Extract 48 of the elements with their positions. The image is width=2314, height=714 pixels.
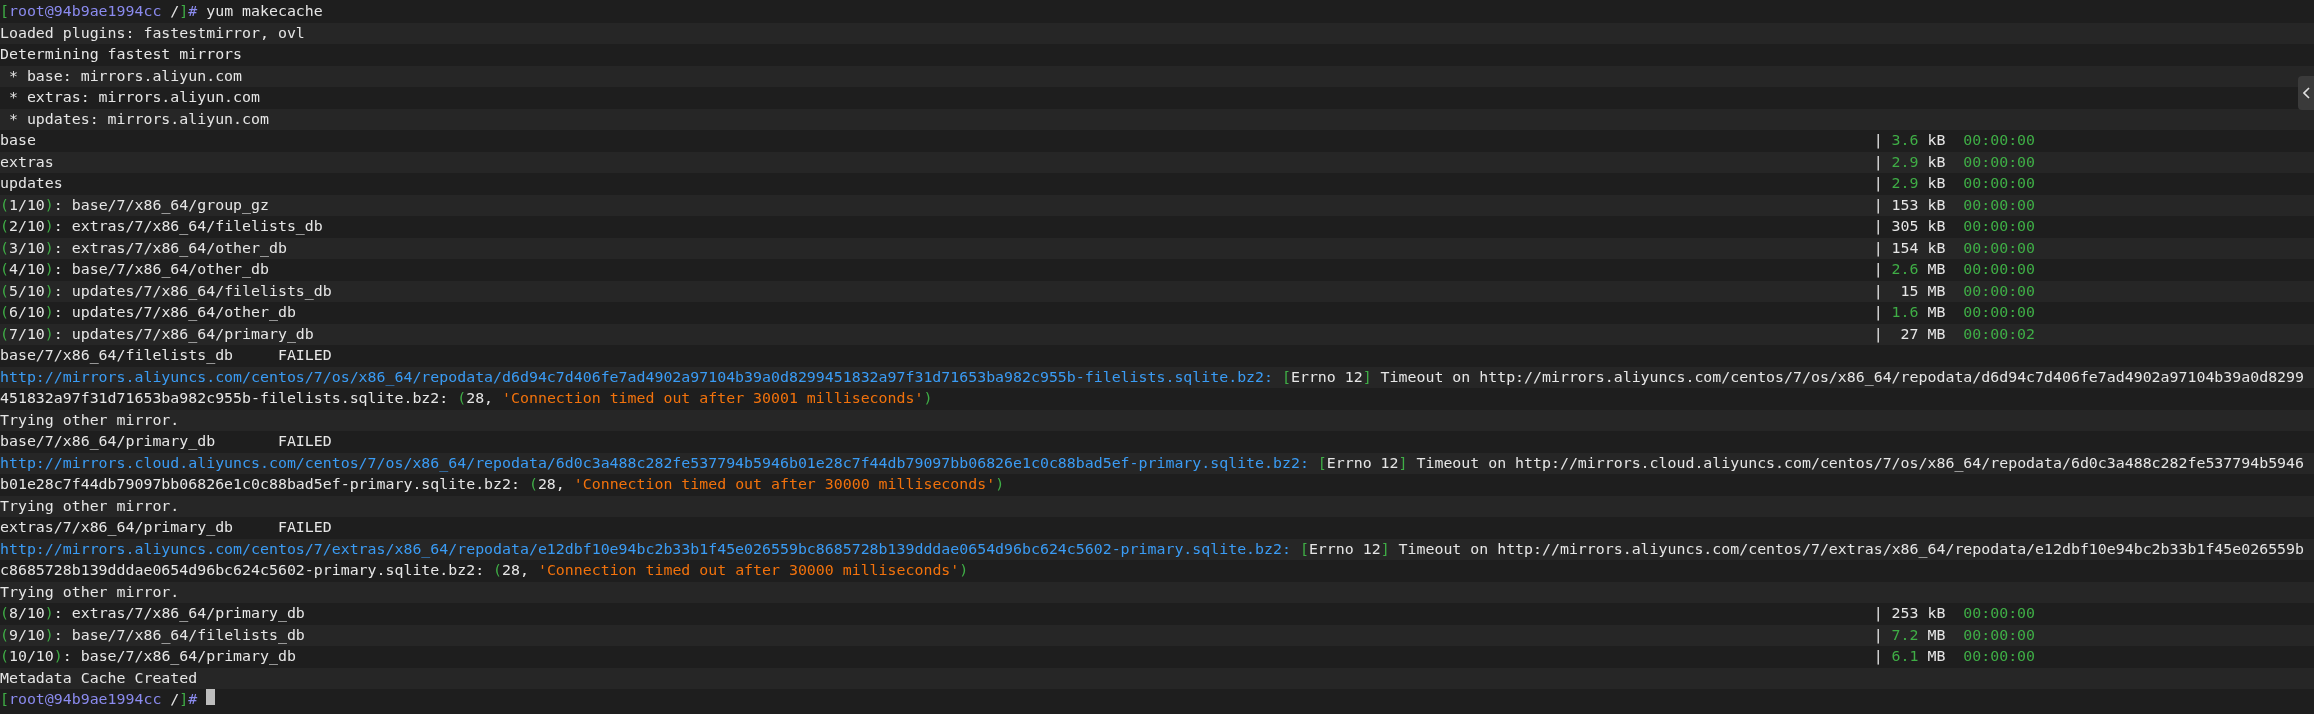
terminal-line: base (0, 130, 37, 151)
terminal-line: (2/10): extras/7/x86_64/filelists_db (0, 216, 324, 237)
transfer-stats: | 2.9 kB 00:00:00 (1873, 173, 2036, 194)
terminal-line: extras (0, 151, 55, 173)
collapse-handle[interactable] (2298, 76, 2314, 110)
terminal-line: base/7/x86_64/filelists_db FAILED (0, 345, 332, 366)
terminal-line: Trying other mirror. (0, 581, 180, 603)
transfer-stats: | 3.6 kB 00:00:00 (1873, 130, 2036, 151)
transfer-stats: | 7.2 MB 00:00:00 (1873, 624, 2036, 646)
terminal-line: (3/10): extras/7/x86_64/other_db (0, 237, 288, 259)
terminal-line: http://mirrors.cloud.aliyuncs.com/centos/7/os/x86_64/repodata/6d0c3a488c282fe537794b5946b01e28c7f44db79097bb06826e1c0c88bad5ef-primary.sqlite.bz2: [Errno 12] Timeout on http://mirrors.cloud.aliyuncs.com/centos/7/os/x86_64/repodata/6d0c3a488c282fe537794b5946 (0, 452, 2304, 474)
transfer-stats: | 154 kB 00:00:00 (1873, 237, 2036, 259)
terminal-line: Metadata Cache Created (0, 667, 198, 689)
terminal-line: * extras: mirrors.aliyun.com (7, 87, 260, 108)
terminal-line: b01e28c7f44db79097bb06826e1c0c88bad5ef-primary.sqlite.bz2: (28, 'Connection timed out after 30000 milliseconds') (0, 474, 1005, 495)
terminal-line: [root@94b9ae1994cc /]# (0, 689, 199, 710)
terminal-line: (6/10): updates/7/x86_64/other_db (0, 302, 297, 323)
terminal-line: * base: mirrors.aliyun.com (7, 65, 243, 87)
terminal-line: extras/7/x86_64/primary_db FAILED (0, 517, 332, 538)
terminal-line: (10/10): base/7/x86_64/primary_db (0, 646, 297, 667)
terminal-line: 451832a97f31d71653ba982c955b-filelists.sqlite.bz2: (28, 'Connection timed out after 30001 milliseconds') (0, 388, 933, 409)
transfer-stats: | 15 MB 00:00:00 (1873, 280, 2036, 302)
transfer-stats: | 2.9 kB 00:00:00 (1873, 151, 2036, 173)
transfer-stats: | 2.6 MB 00:00:00 (1873, 259, 2036, 280)
terminal-line: updates (0, 173, 64, 194)
transfer-stats: | 153 kB 00:00:00 (1873, 194, 2036, 216)
chevron-left-icon (2302, 87, 2310, 99)
terminal-line: Loaded plugins: fastestmirror, ovl (0, 22, 305, 44)
terminal-line: [root@94b9ae1994cc /]# yum makecache (0, 1, 323, 22)
terminal-line: Trying other mirror. (0, 409, 180, 431)
terminal-line: (1/10): base/7/x86_64/group_gz (0, 194, 270, 216)
transfer-stats: | 27 MB 00:00:02 (1873, 323, 2036, 345)
terminal-line: http://mirrors.aliyuncs.com/centos/7/extras/x86_64/repodata/e12dbf10e94bc2b33b1f45e026559bc8685728b139dddae0654d96bc624c5602-primary.sqlite.bz2: [Errno 12] Timeout on http://mirrors.aliyuncs.com/centos/7/extras/x86_64/repodata/e12dbf10e94bc2b33b1f45e026559b (0, 538, 2304, 560)
terminal-line: base/7/x86_64/primary_db FAILED (0, 431, 332, 452)
transfer-stats: | 253 kB 00:00:00 (1873, 603, 2036, 624)
transfer-stats: | 6.1 MB 00:00:00 (1873, 646, 2036, 667)
terminal-line: Trying other mirror. (0, 495, 180, 517)
terminal-line: (4/10): base/7/x86_64/other_db (0, 259, 270, 280)
terminal-line: http://mirrors.aliyuncs.com/centos/7/os/x86_64/repodata/d6d94c7d406fe7ad4902a97104b39a0d8299451832a97f31d71653ba982c955b-filelists.sqlite.bz2: [Errno 12] Timeout on http://mirrors.aliyuncs.com/centos/7/os/x86_64/repodata/d6d94c7d406fe7ad4902a97104b39a0d8299 (0, 366, 2304, 388)
terminal-line: (9/10): base/7/x86_64/filelists_db (0, 624, 306, 646)
transfer-stats: | 1.6 MB 00:00:00 (1873, 302, 2036, 323)
terminal-line: (8/10): extras/7/x86_64/primary_db (0, 603, 306, 624)
terminal-line: * updates: mirrors.aliyun.com (7, 108, 269, 130)
terminal-line: Determining fastest mirrors (0, 44, 243, 65)
terminal-line: (7/10): updates/7/x86_64/primary_db (0, 323, 315, 345)
terminal-line: (5/10): updates/7/x86_64/filelists_db (0, 280, 333, 302)
terminal-line: c8685728b139dddae0654d96bc624c5602-primary.sqlite.bz2: (28, 'Connection timed out after 30000 milliseconds') (0, 560, 969, 581)
transfer-stats: | 305 kB 00:00:00 (1873, 216, 2036, 237)
